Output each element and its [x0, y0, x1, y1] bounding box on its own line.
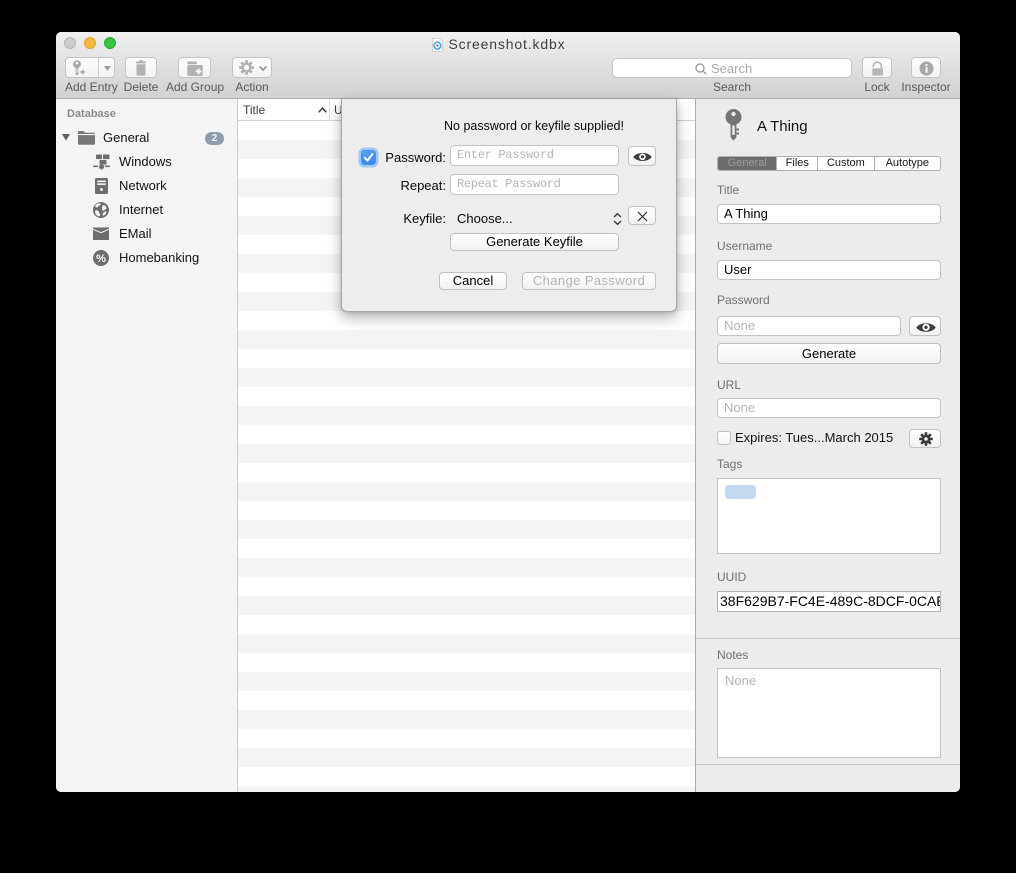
svg-text:%: % — [96, 253, 106, 265]
